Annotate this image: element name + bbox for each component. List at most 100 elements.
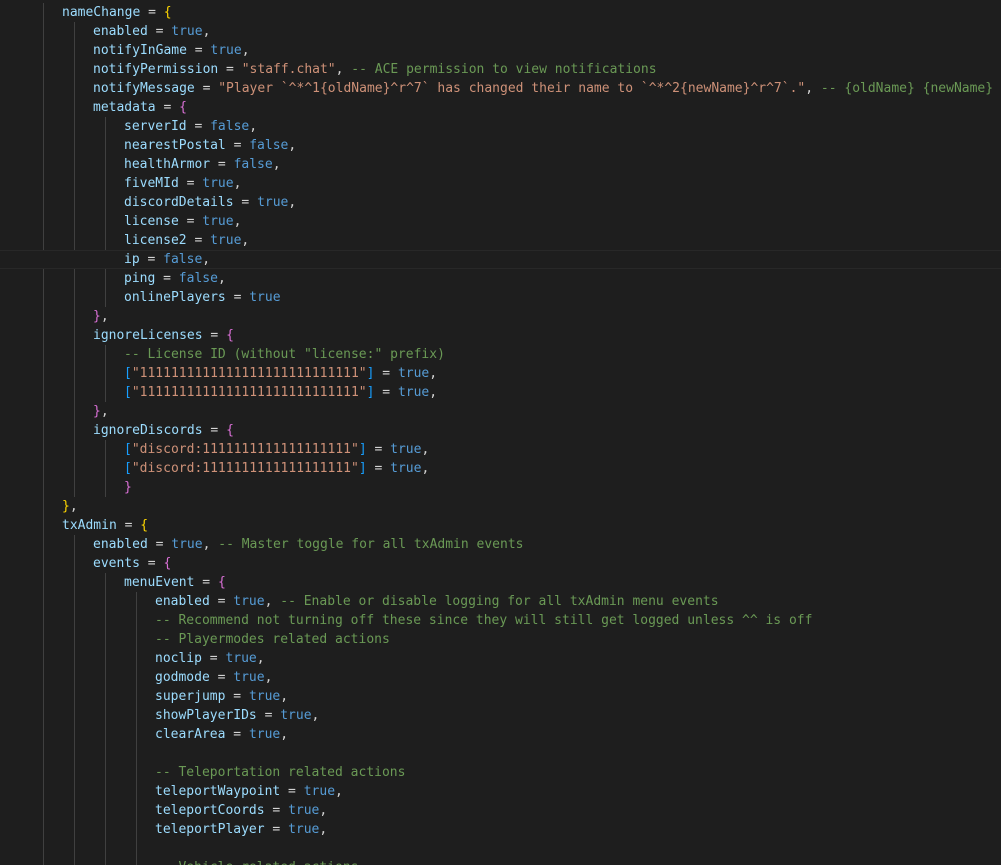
identifier: events — [93, 556, 140, 571]
code-line[interactable]: ["1111111111111111111111111111"] = true, — [0, 383, 1001, 402]
boolean-literal: true — [288, 803, 320, 818]
operator: = — [280, 784, 304, 799]
identifier: fiveMId — [124, 176, 179, 191]
code-line[interactable]: license2 = true, — [0, 231, 1001, 250]
identifier: nameChange — [62, 5, 141, 20]
code-line[interactable]: txAdmin = { — [0, 516, 1001, 535]
code-line[interactable]: enabled = true, — [0, 22, 1001, 41]
code-line[interactable]: onlinePlayers = true — [0, 288, 1001, 307]
code-line[interactable]: notifyPermission = "staff.chat", -- ACE … — [0, 60, 1001, 79]
identifier: notifyPermission — [93, 62, 219, 77]
string-literal: "1111111111111111111111111111" — [131, 385, 367, 400]
operator: , — [202, 537, 219, 552]
code-line[interactable]: nameChange = { — [0, 3, 1001, 22]
code-line[interactable]: ["1111111111111111111111111111"] = true, — [0, 364, 1001, 383]
operator: , — [233, 214, 242, 229]
code-line[interactable]: -- License ID (without "license:" prefix… — [0, 345, 1001, 364]
code-line[interactable]: menuEvent = { — [0, 573, 1001, 592]
operator: , — [335, 62, 352, 77]
code-line[interactable]: -- Playermodes related actions — [0, 630, 1001, 649]
code-line[interactable]: }, — [0, 402, 1001, 421]
code-line[interactable]: ignoreDiscords = { — [0, 421, 1001, 440]
operator: , — [319, 803, 328, 818]
bracket: { — [226, 423, 234, 438]
operator: = — [140, 5, 164, 20]
operator: , — [805, 81, 821, 96]
code-line[interactable]: healthArmor = false, — [0, 155, 1001, 174]
code-line[interactable]: -- Vehicle related actions — [0, 858, 1001, 865]
code-line[interactable]: -- Teleportation related actions — [0, 763, 1001, 782]
boolean-literal: false — [178, 271, 218, 286]
operator: , — [233, 176, 242, 191]
code-line[interactable]: showPlayerIDs = true, — [0, 706, 1001, 725]
code-line[interactable]: ip = false, — [0, 250, 1001, 269]
operator: = — [155, 100, 180, 115]
operator: , — [249, 119, 258, 134]
operator: = — [155, 271, 179, 286]
operator: = — [209, 594, 234, 609]
identifier: noclip — [155, 651, 202, 666]
identifier: teleportWaypoint — [155, 784, 281, 799]
operator: = — [210, 157, 234, 172]
code-line[interactable]: noclip = true, — [0, 649, 1001, 668]
code-line[interactable]: notifyInGame = true, — [0, 41, 1001, 60]
boolean-literal: true — [210, 233, 242, 248]
bracket: [ — [124, 385, 132, 400]
code-line[interactable]: teleportWaypoint = true, — [0, 782, 1001, 801]
boolean-literal: true — [257, 195, 289, 210]
boolean-literal: true — [248, 689, 281, 704]
code-line[interactable]: metadata = { — [0, 98, 1001, 117]
code-line[interactable]: enabled = true, -- Enable or disable log… — [0, 592, 1001, 611]
identifier: teleportPlayer — [155, 822, 265, 837]
boolean-literal: false — [233, 157, 273, 172]
code-line[interactable]: discordDetails = true, — [0, 193, 1001, 212]
boolean-literal: true — [202, 176, 234, 191]
code-line[interactable]: ["discord:1111111111111111111"] = true, — [0, 459, 1001, 478]
boolean-literal: true — [210, 43, 242, 58]
code-line[interactable]: enabled = true, -- Master toggle for all… — [0, 535, 1001, 554]
code-line[interactable]: serverId = false, — [0, 117, 1001, 136]
string-literal: "Player `^*^1{oldName}^r^7` has changed … — [218, 81, 806, 96]
code-line[interactable]: ignoreLicenses = { — [0, 326, 1001, 345]
operator: , — [264, 670, 273, 685]
identifier: txAdmin — [62, 518, 117, 533]
code-line[interactable]: ping = false, — [0, 269, 1001, 288]
code-line[interactable]: godmode = true, — [0, 668, 1001, 687]
code-line[interactable] — [0, 744, 1001, 763]
identifier: serverId — [124, 119, 187, 134]
code-line[interactable]: nearestPostal = false, — [0, 136, 1001, 155]
code-line[interactable] — [0, 839, 1001, 858]
operator: , — [272, 157, 281, 172]
code-line[interactable]: notifyMessage = "Player `^*^1{oldName}^r… — [0, 79, 1001, 98]
code-line[interactable]: -- Recommend not turning off these since… — [0, 611, 1001, 630]
identifier: license2 — [124, 233, 187, 248]
operator: = — [225, 290, 250, 305]
identifier: enabled — [155, 594, 210, 609]
code-line[interactable]: superjump = true, — [0, 687, 1001, 706]
code-line[interactable]: } — [0, 478, 1001, 497]
code-line[interactable]: events = { — [0, 554, 1001, 573]
code-line[interactable]: clearArea = true, — [0, 725, 1001, 744]
code-line[interactable]: }, — [0, 497, 1001, 516]
code-line[interactable]: teleportCoords = true, — [0, 801, 1001, 820]
bracket: { — [163, 556, 172, 571]
code-line[interactable]: teleportPlayer = true, — [0, 820, 1001, 839]
operator: , — [429, 366, 438, 381]
bracket: [ — [124, 366, 132, 381]
bracket: { — [179, 100, 187, 115]
identifier: enabled — [93, 537, 148, 552]
boolean-literal: true — [280, 708, 312, 723]
code-line[interactable]: ["discord:1111111111111111111"] = true, — [0, 440, 1001, 459]
operator: = — [225, 138, 250, 153]
identifier: healthArmor — [124, 157, 211, 172]
operator: = — [194, 575, 218, 590]
operator: = — [186, 233, 211, 248]
code-line[interactable]: }, — [0, 307, 1001, 326]
code-line[interactable]: license = true, — [0, 212, 1001, 231]
code-editor[interactable]: nameChange = {enabled = true, notifyInGam… — [0, 0, 1001, 865]
boolean-literal: true — [248, 727, 281, 742]
operator: , — [264, 594, 281, 609]
operator: = — [256, 708, 281, 723]
identifier: license — [124, 214, 179, 229]
code-line[interactable]: fiveMId = true, — [0, 174, 1001, 193]
